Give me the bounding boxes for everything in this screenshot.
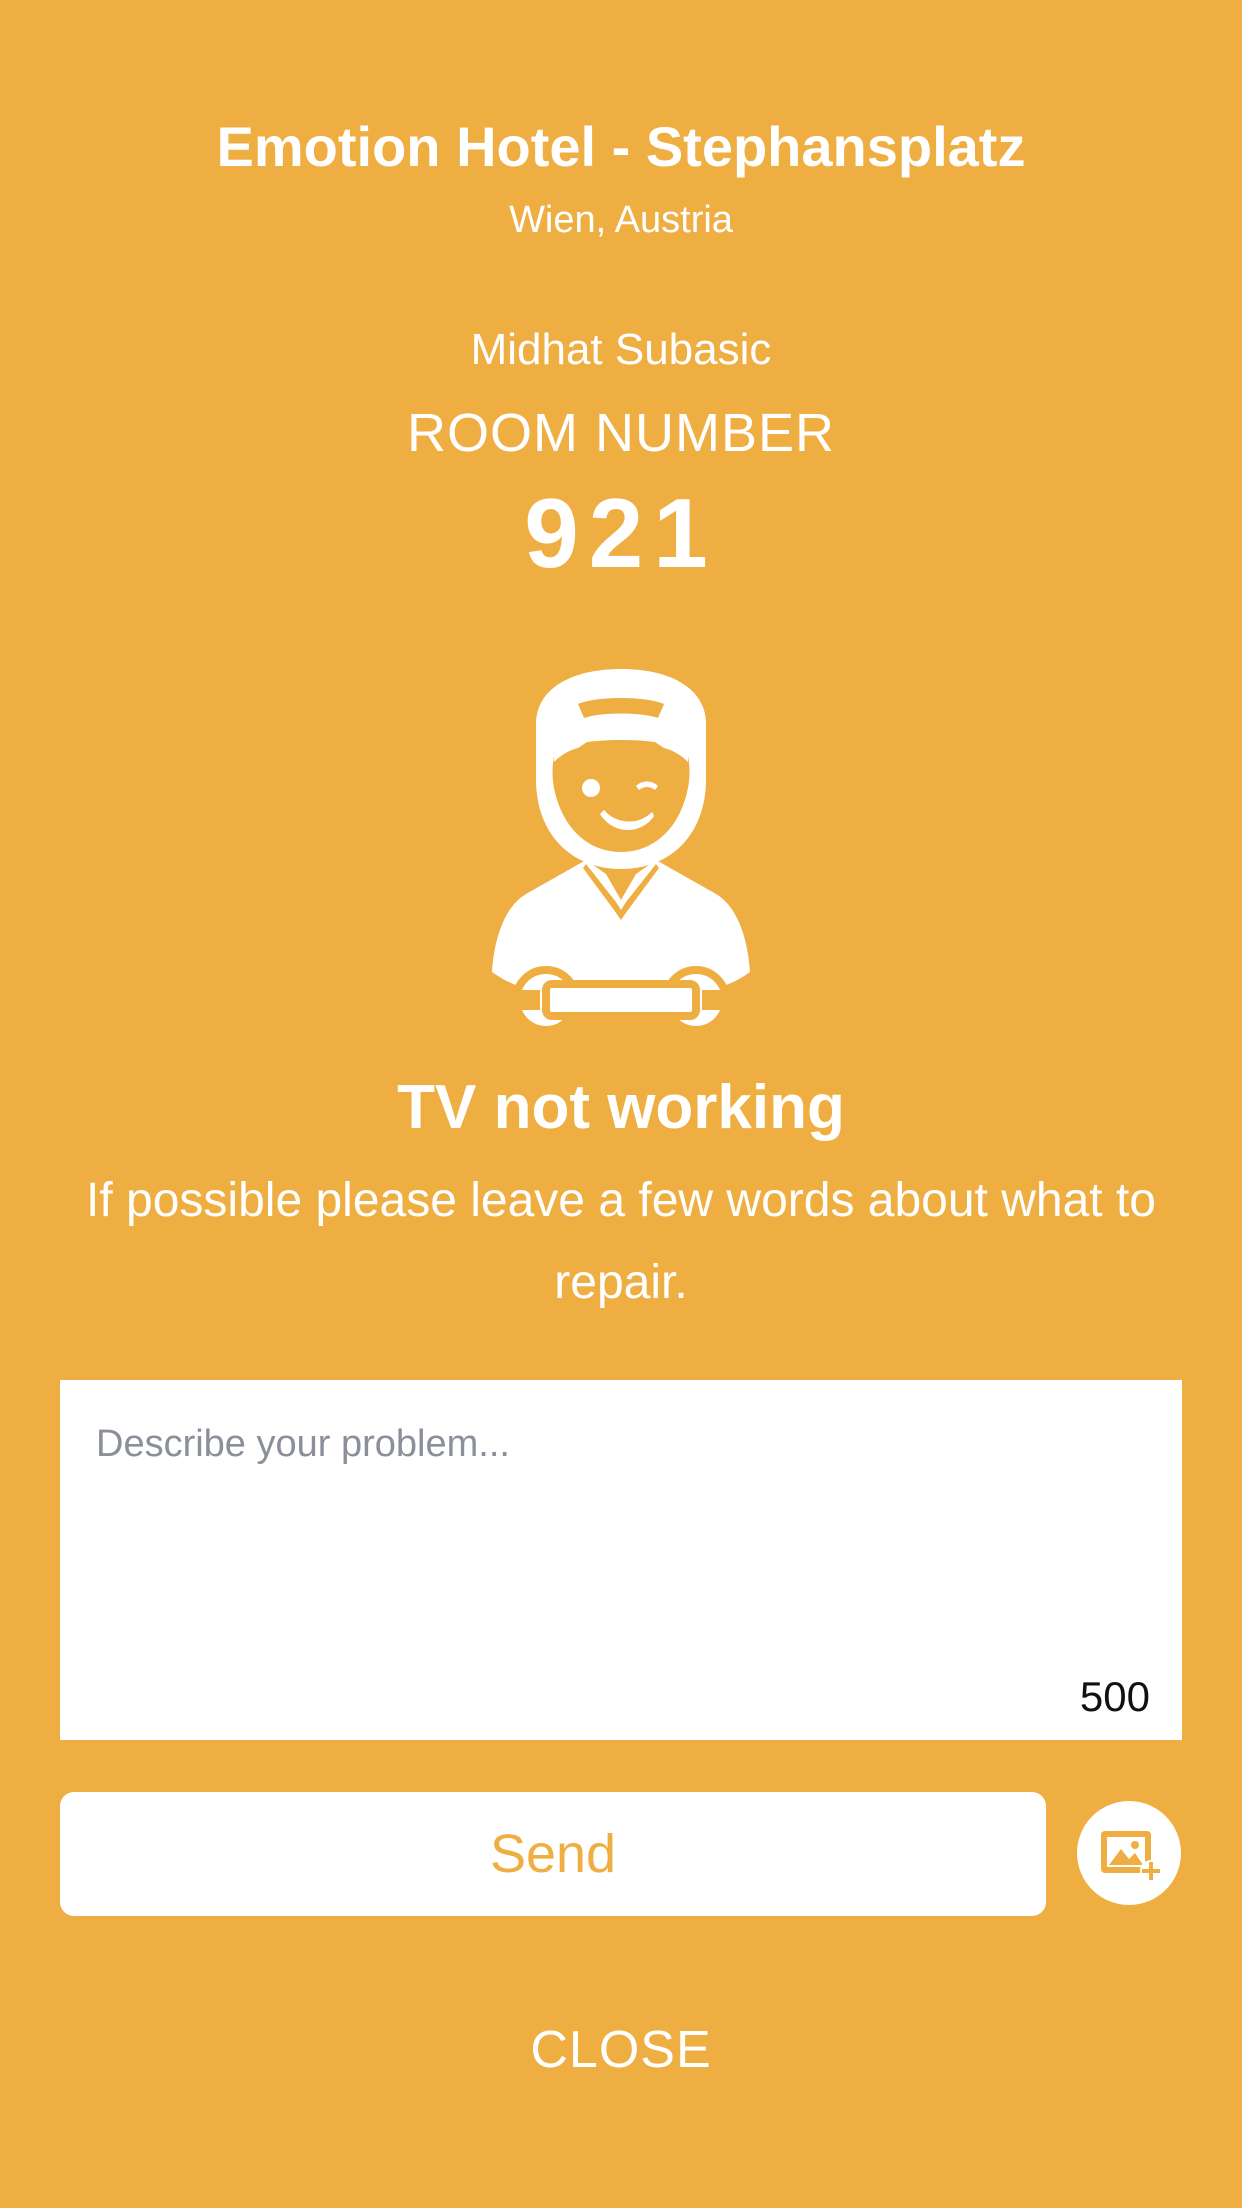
close-button[interactable]: CLOSE <box>471 2014 771 2086</box>
send-button[interactable]: Send <box>60 1792 1046 1916</box>
issue-instruction: If possible please leave a few words abo… <box>86 1174 1156 1309</box>
room-number-label: ROOM NUMBER <box>407 403 835 463</box>
add-photo-icon <box>1101 1831 1162 1882</box>
issue-title: TV not working <box>397 1073 845 1142</box>
problem-description-input[interactable] <box>60 1380 1182 1740</box>
guest-name: Midhat Subasic <box>470 325 772 374</box>
repairman-icon <box>466 664 776 1034</box>
add-photo-button[interactable] <box>1077 1801 1181 1905</box>
problem-description-box: 500 <box>60 1380 1182 1740</box>
room-number: 921 <box>524 478 718 588</box>
hotel-location: Wien, Austria <box>509 199 733 241</box>
character-counter: 500 <box>1079 1673 1150 1720</box>
hotel-name: Emotion Hotel - Stephansplatz <box>216 115 1026 178</box>
